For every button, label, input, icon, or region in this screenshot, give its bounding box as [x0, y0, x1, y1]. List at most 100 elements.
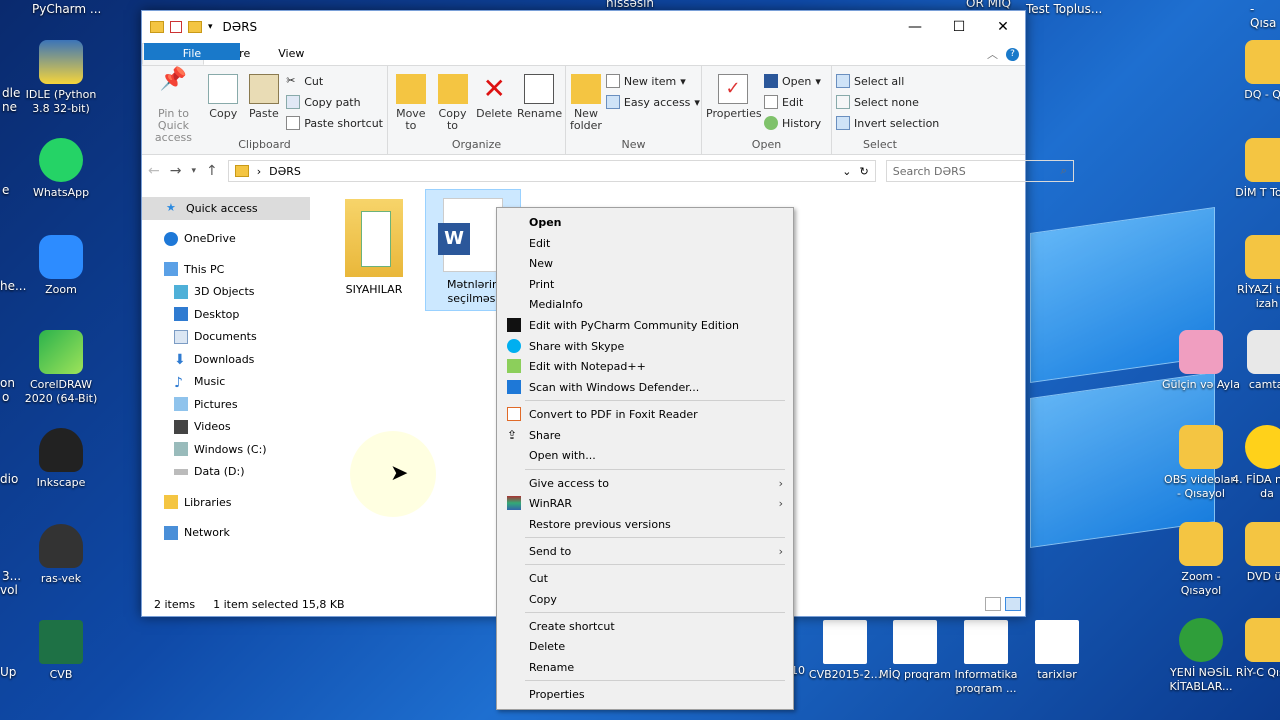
desktop-icon-coreldraw[interactable]: CorelDRAW 2020 (64-Bit) [22, 330, 100, 406]
menu-item-scan-defender[interactable]: Scan with Windows Defender... [497, 377, 793, 397]
menu-item-new[interactable]: New [497, 253, 793, 273]
menu-item-properties[interactable]: Properties [497, 684, 793, 704]
menu-item-restore-versions[interactable]: Restore previous versions [497, 514, 793, 534]
nav-desktop[interactable]: Desktop [142, 303, 310, 326]
menu-item-send-to[interactable]: Send to › [497, 541, 793, 561]
new-folder-quick-icon[interactable] [188, 21, 202, 33]
menu-item-rename[interactable]: Rename [497, 657, 793, 677]
desktop-icon-riy-c[interactable]: RİY-C Qısay [1228, 618, 1280, 680]
large-icons-view-icon[interactable] [1005, 597, 1021, 611]
nav-3d-objects[interactable]: 3D Objects [142, 281, 310, 304]
menu-item-share[interactable]: ⇪ Share [497, 425, 793, 445]
word-document-icon: W [438, 198, 503, 272]
nav-pictures[interactable]: Pictures [142, 393, 310, 416]
customize-quick-access-icon[interactable]: ▾ [208, 22, 213, 32]
menu-item-mediainfo[interactable]: MediaInfo [497, 294, 793, 314]
nav-music[interactable]: ♪ Music [142, 371, 310, 394]
invert-selection-button[interactable]: Invert selection [836, 114, 939, 132]
tab-view[interactable]: View [264, 43, 318, 65]
select-all-button[interactable]: Select all [836, 72, 939, 90]
menu-item-copy[interactable]: Copy [497, 589, 793, 609]
back-arrow-icon[interactable]: ← [148, 163, 160, 179]
desktop-icon-camtas[interactable]: camtas [1230, 330, 1280, 392]
desktop-icon-tarixler[interactable]: tarixlər [1018, 620, 1096, 682]
paste-shortcut-icon [286, 116, 301, 130]
tab-file[interactable]: File [144, 43, 240, 60]
collapse-ribbon-icon[interactable]: ︿ [987, 46, 998, 62]
desktop-icon-dim[interactable]: DİM T Toplu [1228, 138, 1280, 200]
address-input[interactable]: › DƏRS ⌄ ↻ [227, 160, 876, 182]
forward-arrow-icon[interactable]: → [170, 163, 182, 179]
up-arrow-icon[interactable]: ↑ [206, 163, 218, 179]
desktop-label-or-miq: OR MİQ [966, 0, 1011, 10]
title-bar[interactable]: ▾ DƏRS — ☐ ✕ [142, 11, 1025, 43]
menu-item-edit-pycharm[interactable]: Edit with PyCharm Community Edition [497, 315, 793, 335]
desktop-icon-miq-proqram[interactable]: MİQ proqram [876, 620, 954, 682]
desktop-icon-fidan[interactable]: 4. FİDA nağıl da [1228, 425, 1280, 501]
menu-item-edit-notepad[interactable]: Edit with Notepad++ [497, 356, 793, 376]
desktop-edge-label: o [2, 390, 10, 404]
menu-item-winrar[interactable]: WinRAR › [497, 493, 793, 513]
menu-item-create-shortcut[interactable]: Create shortcut [497, 616, 793, 636]
easy-access-button[interactable]: Easy access ▾ [605, 93, 700, 111]
folder-icon [345, 199, 403, 277]
desktop-icon-ras-vek[interactable]: ras-vek [22, 524, 100, 586]
desktop-icon-riyazi[interactable]: RİYAZİ test izah [1228, 235, 1280, 311]
nav-onedrive[interactable]: OneDrive [142, 228, 310, 251]
nav-windows-c[interactable]: Windows (C:) [142, 438, 310, 461]
recent-locations-chevron-icon[interactable]: ▾ [191, 166, 196, 176]
nav-documents[interactable]: Documents [142, 326, 310, 349]
maximize-button[interactable]: ☐ [937, 12, 981, 42]
minimize-button[interactable]: — [893, 12, 937, 42]
share-icon: ⇪ [507, 428, 518, 442]
cut-button[interactable]: ✂ Cut [286, 72, 383, 90]
drive-icon [174, 442, 188, 457]
computer-icon [164, 262, 178, 277]
desktop-icon-dvd[interactable]: DVD üz [1228, 522, 1280, 584]
desktop-icon-gulcin[interactable]: Gülçin və Ayla [1162, 330, 1240, 392]
paste-shortcut-button[interactable]: Paste shortcut [286, 114, 383, 132]
menu-item-open-with[interactable]: Open with... [497, 445, 793, 465]
menu-item-give-access[interactable]: Give access to › [497, 473, 793, 493]
desktop-icon-whatsapp[interactable]: WhatsApp [22, 138, 100, 200]
copy-path-button[interactable]: Copy path [286, 93, 383, 111]
desktop-icon-cvb[interactable]: CVB [22, 620, 100, 682]
help-icon[interactable]: ? [1006, 47, 1019, 61]
desktop-icon-informatika[interactable]: Informatika proqram ... [947, 620, 1025, 696]
refresh-icon[interactable]: ↻ [860, 165, 869, 178]
new-item-button[interactable]: New item ▾ [605, 72, 700, 90]
menu-item-convert-pdf[interactable]: Convert to PDF in Foxit Reader [497, 404, 793, 424]
search-input[interactable]: Search DƏRS ⌕ [885, 160, 1074, 182]
properties-quick-icon[interactable] [170, 21, 182, 33]
menu-item-open[interactable]: Open [497, 212, 793, 232]
chevron-right-icon: › [778, 496, 783, 510]
close-button[interactable]: ✕ [981, 12, 1025, 42]
desktop-icon-zoom[interactable]: Zoom [22, 235, 100, 297]
edit-button[interactable]: Edit [764, 93, 821, 111]
nav-libraries[interactable]: Libraries [142, 491, 310, 514]
desktop-icon-inkscape[interactable]: Inkscape [22, 428, 100, 490]
menu-item-delete[interactable]: Delete [497, 636, 793, 656]
nav-downloads[interactable]: ⬇ Downloads [142, 348, 310, 371]
desktop-icon-idle[interactable]: IDLE (Python 3.8 32-bit) [22, 40, 100, 116]
nav-this-pc[interactable]: This PC [142, 258, 310, 281]
details-view-icon[interactable] [985, 597, 1001, 611]
desktop-icon-cvb2015[interactable]: CVB2015-2... [806, 620, 884, 682]
nav-videos[interactable]: Videos [142, 416, 310, 439]
desktop-icon-dq[interactable]: DQ - Qıs [1228, 40, 1280, 102]
nav-data-d[interactable]: Data (D:) [142, 461, 310, 484]
menu-separator [525, 564, 785, 565]
history-button[interactable]: History [764, 114, 821, 132]
address-dropdown-icon[interactable]: ⌄ [842, 165, 851, 178]
menu-item-print[interactable]: Print [497, 274, 793, 294]
file-item-siyahilar[interactable]: SIYAHILAR [326, 199, 422, 296]
menu-item-edit[interactable]: Edit [497, 233, 793, 253]
copy-to-icon [437, 74, 468, 104]
menu-item-share-skype[interactable]: Share with Skype [497, 336, 793, 356]
menu-item-cut[interactable]: Cut [497, 568, 793, 588]
folder-icon [1179, 330, 1223, 374]
nav-quick-access[interactable]: ★ Quick access [142, 197, 310, 220]
nav-network[interactable]: Network [142, 522, 310, 545]
select-none-button[interactable]: Select none [836, 93, 939, 111]
open-button[interactable]: Open ▾ [764, 72, 821, 90]
